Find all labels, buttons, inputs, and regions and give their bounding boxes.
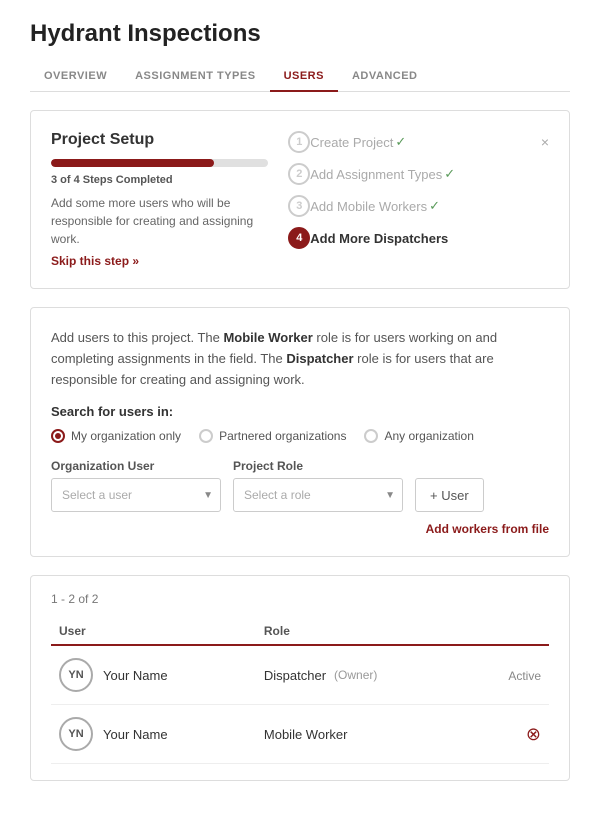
project-setup-card: Project Setup 3 of 4 Steps Completed Add… <box>30 110 570 289</box>
user-cell-inner-2: YN Your Name <box>59 717 248 751</box>
tab-users[interactable]: USERS <box>270 62 338 92</box>
action-cell-1: Active <box>469 645 549 705</box>
radio-partnered[interactable]: Partnered organizations <box>199 429 346 443</box>
step-1: 1 Create Project ✓ × <box>288 131 549 153</box>
users-table: User Role YN Your Name Dispatcher <box>51 618 549 764</box>
col-role: Role <box>256 618 469 645</box>
user-name-1: Your Name <box>103 668 168 683</box>
radio-partnered-circle <box>199 429 213 443</box>
step-3-label: Add Mobile Workers <box>310 199 427 214</box>
add-user-button[interactable]: + User <box>415 478 484 512</box>
role-field-label: Project Role <box>233 459 403 473</box>
step-1-num: 1 <box>288 131 310 153</box>
radio-any-org-circle <box>364 429 378 443</box>
role-inner-1: Dispatcher (Owner) <box>264 668 461 683</box>
dispatcher-bold: Dispatcher <box>286 351 353 366</box>
step-2-label: Add Assignment Types <box>310 167 442 182</box>
mobile-worker-bold: Mobile Worker <box>223 330 312 345</box>
page-title: Hydrant Inspections <box>30 20 570 48</box>
project-setup-title: Project Setup <box>51 131 268 149</box>
role-cell-1: Dispatcher (Owner) <box>256 645 469 705</box>
add-from-file-link[interactable]: Add workers from file <box>51 522 549 536</box>
user-select-wrapper: Select a user ▼ <box>51 478 221 512</box>
search-label: Search for users in: <box>51 404 549 419</box>
table-body: YN Your Name Dispatcher (Owner) Active <box>51 645 549 764</box>
progress-bar-fill <box>51 159 214 167</box>
tab-advanced[interactable]: ADVANCED <box>338 62 432 92</box>
radio-my-org[interactable]: My organization only <box>51 429 181 443</box>
radio-any-org-label: Any organization <box>384 429 473 443</box>
setup-close-button[interactable]: × <box>541 134 549 150</box>
role-text-2: Mobile Worker <box>264 727 348 742</box>
role-text-1: Dispatcher <box>264 668 326 683</box>
active-badge-1: Active <box>508 669 541 683</box>
role-field-group: Project Role Select a role ▼ <box>233 459 403 512</box>
steps-list: 1 Create Project ✓ × 2 Add Assignment Ty… <box>288 131 549 249</box>
step-4-num: 4 <box>288 227 310 249</box>
radio-my-org-circle <box>51 429 65 443</box>
action-cell-2: ⊗ <box>469 705 549 764</box>
remove-user-icon[interactable]: ⊗ <box>526 724 541 744</box>
tab-overview[interactable]: OVERVIEW <box>30 62 121 92</box>
radio-my-org-label: My organization only <box>71 429 181 443</box>
avatar-1: YN <box>59 658 93 692</box>
project-setup-left: Project Setup 3 of 4 Steps Completed Add… <box>51 131 268 268</box>
users-description: Add users to this project. The Mobile Wo… <box>51 328 549 390</box>
radio-partnered-label: Partnered organizations <box>219 429 346 443</box>
role-cell-2: Mobile Worker <box>256 705 469 764</box>
progress-bar-track <box>51 159 268 167</box>
step-4: 4 Add More Dispatchers <box>288 227 549 249</box>
user-cell-inner-1: YN Your Name <box>59 658 248 692</box>
project-setup-description: Add some more users who will be responsi… <box>51 194 268 248</box>
table-row-2: YN Your Name Mobile Worker ⊗ <box>51 705 549 764</box>
avatar-2: YN <box>59 717 93 751</box>
user-cell-2: YN Your Name <box>51 705 256 764</box>
step-4-label: Add More Dispatchers <box>310 231 448 246</box>
skip-step-link[interactable]: Skip this step <box>51 254 268 268</box>
table-header-row: User Role <box>51 618 549 645</box>
table-header: User Role <box>51 618 549 645</box>
step-2-num: 2 <box>288 163 310 185</box>
tab-assignment-types[interactable]: ASSIGNMENT TYPES <box>121 62 269 92</box>
step-3: 3 Add Mobile Workers ✓ <box>288 195 549 217</box>
table-count: 1 - 2 of 2 <box>51 592 549 606</box>
add-user-form-row: Organization User Select a user ▼ Projec… <box>51 459 549 512</box>
user-field-label: Organization User <box>51 459 221 473</box>
user-field-group: Organization User Select a user ▼ <box>51 459 221 512</box>
col-user: User <box>51 618 256 645</box>
add-users-card: Add users to this project. The Mobile Wo… <box>30 307 570 557</box>
step-3-check: ✓ <box>429 198 440 214</box>
user-select[interactable]: Select a user <box>51 478 221 512</box>
nav-tabs: OVERVIEW ASSIGNMENT TYPES USERS ADVANCED <box>30 62 570 92</box>
owner-text-1: (Owner) <box>334 668 377 682</box>
table-row: YN Your Name Dispatcher (Owner) Active <box>51 645 549 705</box>
role-select-wrapper: Select a role ▼ <box>233 478 403 512</box>
users-table-card: 1 - 2 of 2 User Role YN Your Name <box>30 575 570 781</box>
step-3-num: 3 <box>288 195 310 217</box>
step-2-check: ✓ <box>444 166 455 182</box>
steps-completed-text: 3 of 4 Steps Completed <box>51 174 268 186</box>
radio-any-org[interactable]: Any organization <box>364 429 473 443</box>
step-2: 2 Add Assignment Types ✓ <box>288 163 549 185</box>
step-1-check: ✓ <box>395 134 406 150</box>
step-1-label: Create Project <box>310 135 393 150</box>
page-wrapper: Hydrant Inspections OVERVIEW ASSIGNMENT … <box>0 0 600 829</box>
role-select[interactable]: Select a role <box>233 478 403 512</box>
col-action <box>469 618 549 645</box>
project-setup-right: 1 Create Project ✓ × 2 Add Assignment Ty… <box>288 131 549 268</box>
user-name-2: Your Name <box>103 727 168 742</box>
radio-group: My organization only Partnered organizat… <box>51 429 549 443</box>
user-cell-1: YN Your Name <box>51 645 256 705</box>
